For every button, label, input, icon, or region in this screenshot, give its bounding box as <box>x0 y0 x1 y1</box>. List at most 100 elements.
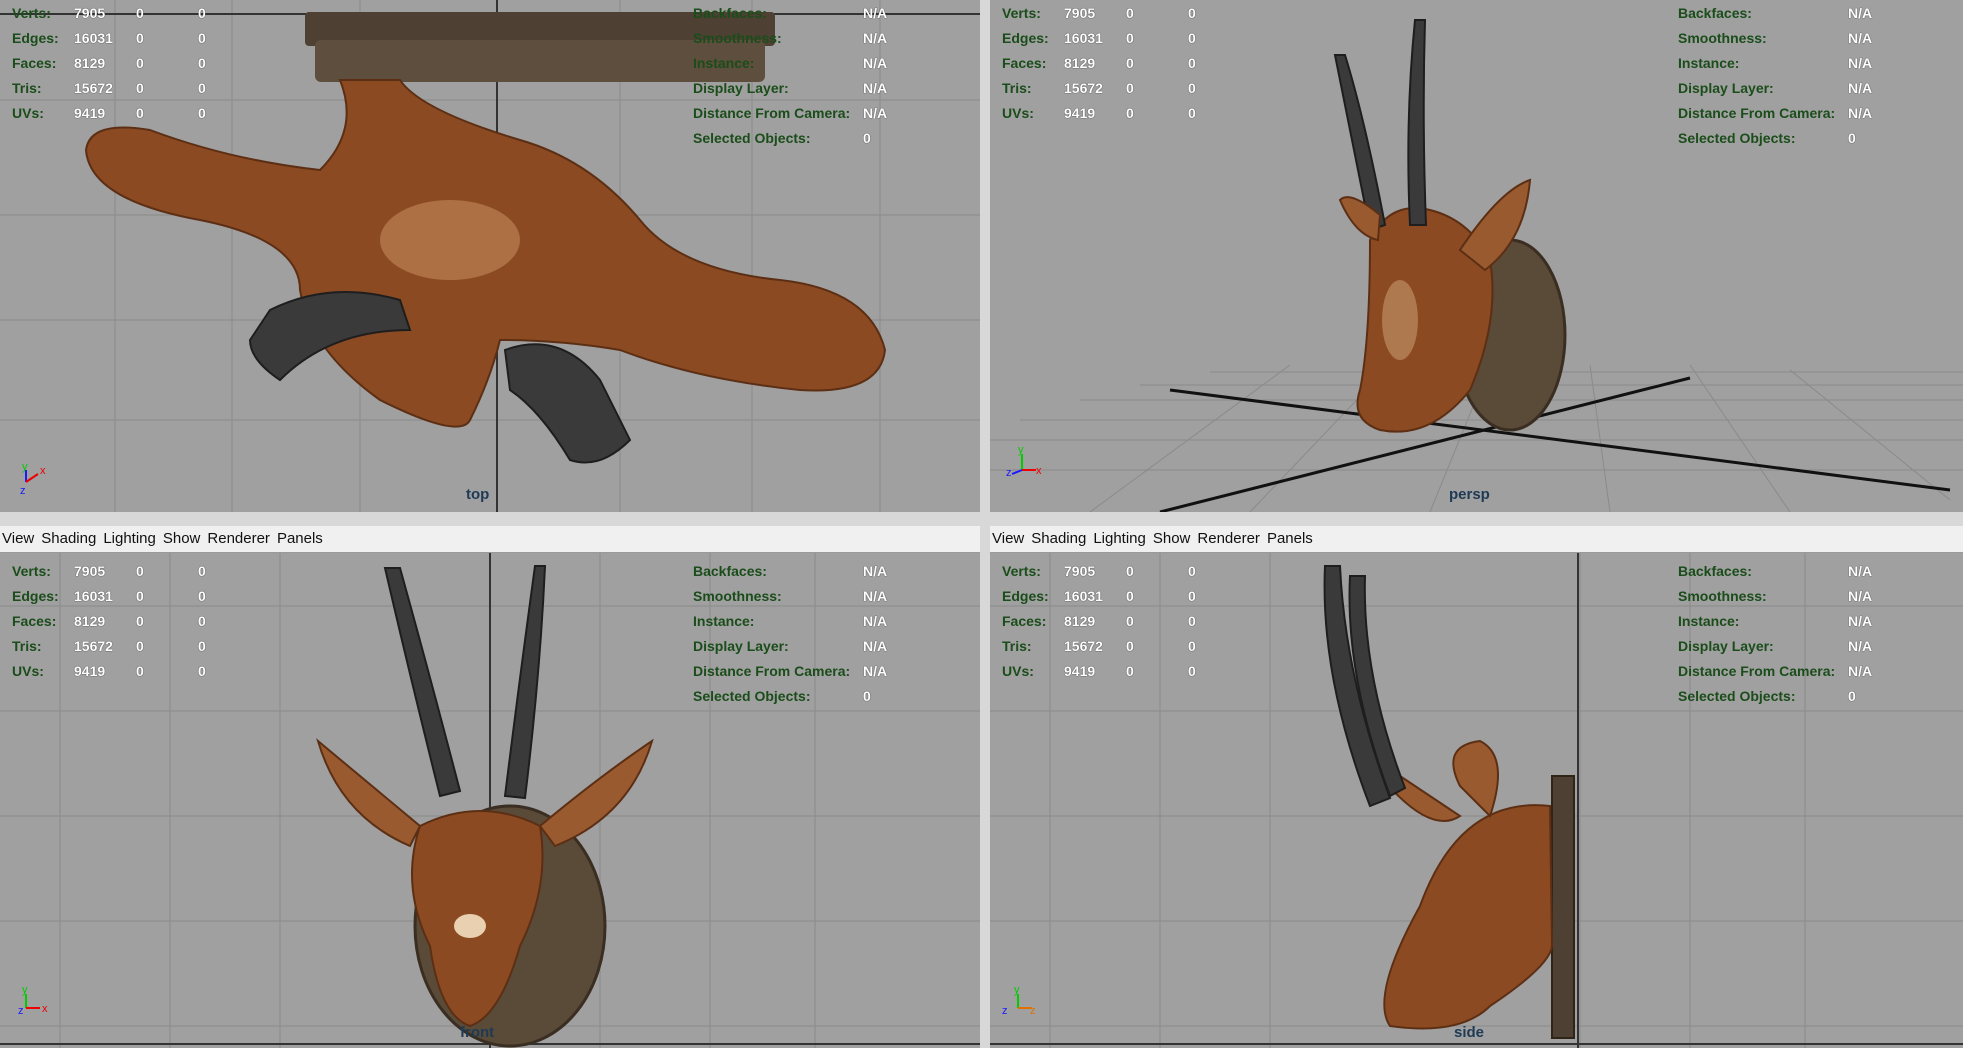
info-label: Selected Objects: <box>1678 130 1796 146</box>
info-label: Instance: <box>693 613 755 629</box>
stat-value: 0 <box>1188 588 1196 604</box>
info-label: Display Layer: <box>693 80 789 96</box>
viewport-top[interactable]: Verts: 7905 0 0 Edges: 16031 0 0 Faces: 8129 0 0 … <box>0 0 980 512</box>
stat-value: 0 <box>198 663 206 679</box>
stat-value: 0 <box>198 588 206 604</box>
stat-label: UVs: <box>12 663 44 679</box>
viewport-persp[interactable]: Verts: 7905 0 0 Edges: 16031 0 0 Faces: 8129 0 0 … <box>990 0 1963 512</box>
info-value: N/A <box>1848 55 1873 71</box>
stat-value: 0 <box>136 5 144 21</box>
info-value: N/A <box>863 663 888 679</box>
info-label: Selected Objects: <box>1678 688 1796 704</box>
stat-value: 0 <box>198 5 206 21</box>
info-value: N/A <box>1848 30 1873 46</box>
stat-label: UVs: <box>1002 105 1034 121</box>
stat-value: 0 <box>1126 105 1134 121</box>
stat-value: 0 <box>1126 30 1134 46</box>
stat-label: Faces: <box>1002 613 1047 629</box>
stat-value: 0 <box>1188 30 1196 46</box>
object-info-panel: Backfaces: N/A Smoothness: N/A Instance: N/… <box>1678 560 1872 710</box>
info-label: Backfaces: <box>1678 563 1752 579</box>
info-value: N/A <box>1848 663 1873 679</box>
stat-value: 0 <box>136 80 144 96</box>
stat-value: 0 <box>1188 105 1196 121</box>
stat-label: UVs: <box>12 105 44 121</box>
info-value: 0 <box>863 688 871 704</box>
svg-text:x: x <box>40 465 46 477</box>
stat-value: 0 <box>1126 80 1134 96</box>
axis-gizmo-icon: yx z <box>20 461 46 497</box>
info-value: N/A <box>863 5 888 21</box>
info-label: Smoothness: <box>1678 588 1767 604</box>
menu-show[interactable]: Show <box>1151 526 1196 552</box>
stat-value: 8129 <box>74 55 106 71</box>
stat-value: 7905 <box>74 5 106 21</box>
info-value: N/A <box>1848 613 1873 629</box>
stat-value: 0 <box>1188 80 1196 96</box>
svg-text:x: x <box>1036 465 1042 477</box>
menu-view[interactable]: View <box>0 526 39 552</box>
stat-label: UVs: <box>1002 663 1034 679</box>
stat-value: 7905 <box>1064 563 1096 579</box>
viewport-front[interactable]: Verts: 7905 0 0 Edges: 16031 0 0 Faces: 8129 0 0 … <box>0 526 980 1048</box>
menu-panels[interactable]: Panels <box>275 526 328 552</box>
stat-label: Tris: <box>1002 80 1032 96</box>
menu-panels[interactable]: Panels <box>1265 526 1318 552</box>
stat-value: 0 <box>136 55 144 71</box>
stat-value: 16031 <box>74 588 113 604</box>
stat-label: Verts: <box>1002 563 1041 579</box>
stat-value: 0 <box>198 563 206 579</box>
stat-value: 9419 <box>74 663 106 679</box>
stat-value: 8129 <box>1064 55 1096 71</box>
stat-label: Edges: <box>12 588 59 604</box>
stat-value: 8129 <box>74 613 106 629</box>
info-value: N/A <box>1848 5 1873 21</box>
menu-renderer[interactable]: Renderer <box>205 526 275 552</box>
info-value: N/A <box>1848 80 1873 96</box>
info-label: Distance From Camera: <box>1678 105 1836 121</box>
stat-value: 0 <box>1126 613 1134 629</box>
stat-value: 0 <box>136 105 144 121</box>
stat-value: 15672 <box>74 80 113 96</box>
menu-shading[interactable]: Shading <box>1029 526 1091 552</box>
stat-value: 0 <box>1126 663 1134 679</box>
info-label: Smoothness: <box>693 30 782 46</box>
stat-label: Edges: <box>12 30 59 46</box>
menu-view[interactable]: View <box>990 526 1029 552</box>
stat-label: Faces: <box>1002 55 1047 71</box>
stat-value: 0 <box>198 80 206 96</box>
stat-value: 0 <box>198 55 206 71</box>
info-label: Backfaces: <box>693 5 767 21</box>
svg-text:z: z <box>18 1005 24 1017</box>
camera-label: top <box>466 486 490 503</box>
menu-lighting[interactable]: Lighting <box>1091 526 1151 552</box>
stat-value: 0 <box>136 563 144 579</box>
stat-value: 9419 <box>1064 105 1096 121</box>
menu-renderer[interactable]: Renderer <box>1195 526 1265 552</box>
menu-show[interactable]: Show <box>161 526 206 552</box>
menu-lighting[interactable]: Lighting <box>101 526 161 552</box>
stat-value: 0 <box>198 30 206 46</box>
stats-panel: Verts: 7905 0 0 Edges: 16031 0 0 Faces: 8129 0 0 … <box>12 560 206 685</box>
viewport-splitter-horizontal[interactable] <box>0 512 1963 526</box>
menu-shading[interactable]: Shading <box>39 526 101 552</box>
stat-value: 7905 <box>1064 5 1096 21</box>
svg-text:y: y <box>22 461 28 473</box>
stat-label: Verts: <box>12 563 51 579</box>
stat-value: 0 <box>1188 638 1196 654</box>
axis-gizmo-icon: yxz <box>18 984 48 1017</box>
svg-text:z: z <box>20 485 26 497</box>
stat-value: 0 <box>1188 55 1196 71</box>
info-label: Display Layer: <box>693 638 789 654</box>
svg-text:z: z <box>1006 467 1012 479</box>
stat-value: 16031 <box>1064 30 1103 46</box>
info-label: Backfaces: <box>693 563 767 579</box>
stat-label: Tris: <box>12 80 42 96</box>
info-label: Display Layer: <box>1678 638 1774 654</box>
info-label: Instance: <box>1678 613 1740 629</box>
stat-value: 7905 <box>74 563 106 579</box>
viewport-side[interactable]: Verts: 7905 0 0 Edges: 16031 0 0 Faces: 8129 0 0 … <box>990 526 1963 1048</box>
stat-label: Faces: <box>12 613 57 629</box>
info-value: 0 <box>1848 688 1856 704</box>
stat-value: 9419 <box>74 105 106 121</box>
